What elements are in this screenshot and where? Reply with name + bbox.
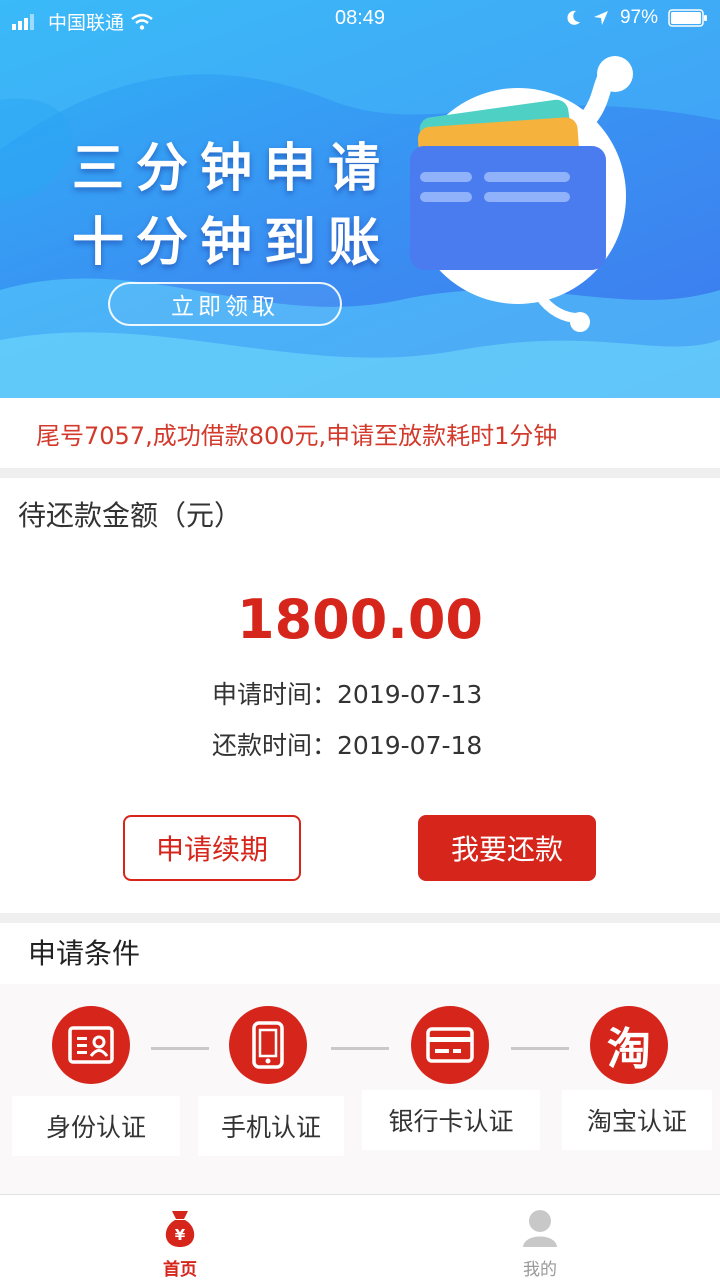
step-label-phone[interactable]: 手机认证 (198, 1096, 344, 1156)
status-bar: 中国联通 08:49 97% (0, 0, 720, 38)
step-label-bank-card[interactable]: 银行卡认证 (362, 1090, 540, 1150)
step-connector (511, 1047, 569, 1050)
loan-notice: 尾号7057,成功借款800元,申请至放款耗时1分钟 (0, 398, 720, 470)
due-amount-value: 1800.00 (237, 588, 483, 651)
tab-home[interactable]: ¥ 首页 (120, 1195, 240, 1281)
due-date-value: 2019-07-18 (337, 731, 483, 760)
svg-text:¥: ¥ (175, 1226, 186, 1244)
money-bag-icon: ¥ (165, 1211, 195, 1247)
conditions-title: 申请条件 (28, 937, 141, 970)
repay-now-button[interactable]: 我要还款 (418, 815, 596, 881)
apply-date-row: 申请时间：2019-07-13 (212, 675, 482, 711)
tab-home-label: 首页 (163, 1260, 197, 1280)
step-label-taobao[interactable]: 淘宝认证 (562, 1090, 712, 1150)
due-date-label: 还款时间： (212, 731, 338, 760)
loan-notice-text: 尾号7057,成功借款800元,申请至放款耗时1分钟 (36, 422, 558, 450)
apply-date-value: 2019-07-13 (337, 680, 483, 709)
section-divider (0, 913, 720, 923)
due-date-row: 还款时间：2019-07-18 (212, 726, 482, 762)
step-label-identity[interactable]: 身份认证 (12, 1096, 180, 1156)
user-icon (523, 1210, 557, 1247)
step-connector (151, 1047, 209, 1050)
banner-headline-2: 十分钟到账 (72, 213, 393, 273)
battery-icon (668, 9, 707, 27)
due-amount-title: 待还款金额（元） (18, 499, 243, 532)
step-connector (331, 1047, 389, 1050)
apply-date-label: 申请时间： (212, 680, 338, 709)
banner-headline-1: 三分钟申请 (72, 139, 393, 199)
tab-mine[interactable]: 我的 (480, 1195, 600, 1281)
taobao-icon[interactable]: 淘 (590, 1006, 668, 1084)
bottom-tab-bar: ¥ 首页 我的 (0, 1194, 720, 1281)
apply-renewal-button[interactable]: 申请续期 (123, 815, 301, 881)
phone-icon[interactable] (229, 1006, 307, 1084)
tab-mine-label: 我的 (523, 1260, 557, 1280)
promo-banner[interactable]: 中国联通 08:49 97% 三分钟申请 十分钟到账 立即领取 (0, 0, 720, 398)
battery-percent: 97% (619, 7, 658, 28)
section-divider (0, 468, 720, 478)
location-arrow-icon (593, 11, 608, 25)
claim-now-button[interactable]: 立即领取 (108, 282, 342, 326)
bank-card-icon[interactable] (411, 1006, 489, 1084)
wallet-card-illustration (410, 56, 633, 332)
moon-icon (567, 10, 580, 25)
id-card-icon[interactable] (52, 1006, 130, 1084)
